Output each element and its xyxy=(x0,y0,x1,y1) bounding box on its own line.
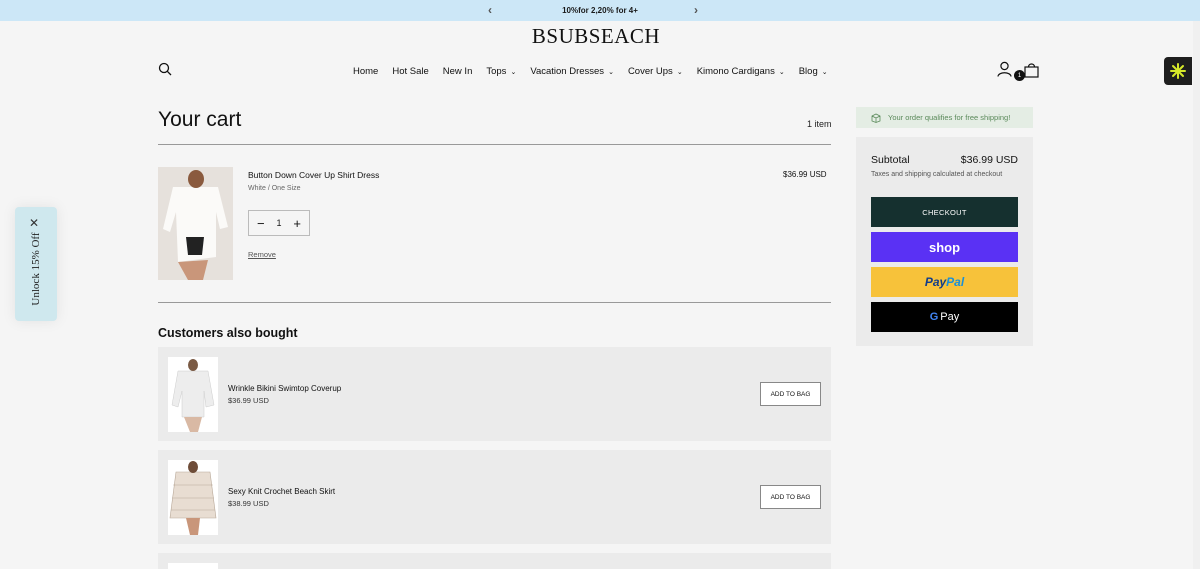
google-pay-button[interactable]: G Pay xyxy=(871,302,1018,332)
paypal-logo-part: Pay xyxy=(924,275,947,289)
nav-item-label: Cover Ups xyxy=(627,66,673,77)
chevron-down-icon: ⌄ xyxy=(608,68,614,76)
announcement-prev-icon[interactable]: ‹ xyxy=(488,3,492,17)
nav-item-label: Tops xyxy=(486,66,507,77)
nav-item-label: New In xyxy=(442,66,473,77)
nav-item-label: Kimono Cardigans xyxy=(696,66,775,77)
nav-item-kimono-cardigans[interactable]: Kimono Cardigans ⌄ xyxy=(697,66,785,77)
nav-item-new-in[interactable]: New In xyxy=(443,66,473,77)
page-title: Your cart xyxy=(158,108,242,131)
shop-pay-button[interactable]: shop xyxy=(871,232,1018,262)
cart-item-variant: White / One Size xyxy=(248,185,301,192)
subtotal-label: Subtotal xyxy=(871,154,910,166)
tax-note: Taxes and shipping calculated at checkou… xyxy=(871,171,1003,178)
add-to-bag-button[interactable]: ADD TO BAG xyxy=(760,485,821,509)
google-pay-label: Pay xyxy=(940,311,960,323)
quantity-stepper: − 1 + xyxy=(248,210,310,236)
user-icon[interactable] xyxy=(997,61,1012,77)
order-summary: Subtotal $36.99 USD Taxes and shipping c… xyxy=(856,137,1033,346)
recommendation-card: Wrinkle Bikini Swimtop Coverup $36.99 US… xyxy=(158,347,831,441)
divider xyxy=(158,144,831,145)
chevron-down-icon: ⌄ xyxy=(510,68,517,76)
announcement-next-icon[interactable]: › xyxy=(694,3,698,17)
nav-item-tops[interactable]: Tops ⌄ xyxy=(486,66,516,77)
cart-count-badge: 1 xyxy=(1014,70,1025,81)
cart-item-price: $36.99 USD xyxy=(783,170,827,179)
nav-item-vacation-dresses[interactable]: Vacation Dresses ⌄ xyxy=(530,66,614,77)
recommendation-image[interactable] xyxy=(168,460,218,535)
recommendation-price: $36.99 USD xyxy=(228,396,269,405)
cart-item-count: 1 item xyxy=(807,119,832,129)
divider xyxy=(158,302,831,303)
nav-item-label: Hot Sale xyxy=(392,66,429,77)
cart-item-name[interactable]: Button Down Cover Up Shirt Dress xyxy=(248,170,379,180)
recommendations-heading: Customers also bought xyxy=(158,326,298,340)
main-nav: Home Hot Sale New In Tops ⌄ Vacation Dres… xyxy=(353,66,842,77)
nav-item-label: Blog xyxy=(798,66,818,77)
rewards-widget-icon[interactable] xyxy=(1164,57,1192,85)
paypal-logo-part: Pal xyxy=(946,275,965,289)
chevron-down-icon: ⌄ xyxy=(821,68,828,76)
package-icon xyxy=(871,113,881,123)
recommendation-name[interactable]: Sexy Knit Crochet Beach Skirt xyxy=(228,487,335,496)
google-g-icon: G xyxy=(929,311,939,323)
recommendation-name[interactable]: Wrinkle Bikini Swimtop Coverup xyxy=(228,384,341,393)
nav-item-label: Home xyxy=(353,66,379,77)
nav-item-hot-sale[interactable]: Hot Sale xyxy=(392,66,428,77)
chevron-down-icon: ⌄ xyxy=(778,68,785,76)
search-icon[interactable] xyxy=(158,62,172,76)
free-shipping-note: Your order qualifies for free shipping! xyxy=(856,107,1033,128)
increase-quantity-button[interactable]: + xyxy=(293,216,301,231)
unlock-discount-label: Unlock 15% Off xyxy=(30,232,42,306)
page-scrollbar[interactable] xyxy=(1193,21,1200,569)
checkout-button[interactable]: CHECKOUT xyxy=(871,197,1018,227)
decrease-quantity-button[interactable]: − xyxy=(257,216,265,231)
nav-item-label: Vacation Dresses xyxy=(530,66,605,77)
nav-item-home[interactable]: Home xyxy=(353,66,378,77)
recommendation-image[interactable] xyxy=(168,357,218,432)
nav-item-blog[interactable]: Blog ⌄ xyxy=(799,66,828,77)
free-shipping-text: Your order qualifies for free shipping! xyxy=(888,113,1011,122)
unlock-discount-tab[interactable]: ✕ Unlock 15% Off xyxy=(15,207,57,321)
chevron-down-icon: ⌄ xyxy=(676,68,683,76)
recommendation-image[interactable] xyxy=(168,563,218,569)
nav-item-cover-ups[interactable]: Cover Ups ⌄ xyxy=(628,66,683,77)
recommendation-card: Sexy Knit Crochet Beach Skirt $38.99 USD… xyxy=(158,450,831,544)
remove-item-link[interactable]: Remove xyxy=(248,250,276,259)
add-to-bag-button[interactable]: ADD TO BAG xyxy=(760,382,821,406)
recommendation-card xyxy=(158,553,831,569)
recommendation-price: $38.99 USD xyxy=(228,499,269,508)
paypal-button[interactable]: Pay Pal xyxy=(871,267,1018,297)
brand-logo[interactable]: BSUBSEACH xyxy=(0,24,1192,49)
subtotal-value: $36.99 USD xyxy=(960,154,1018,166)
announcement-bar: ‹ 10%for 2,20% for 4+ › xyxy=(0,0,1200,21)
quantity-value[interactable]: 1 xyxy=(276,218,281,228)
close-icon[interactable]: ✕ xyxy=(29,216,39,230)
announcement-text: 10%for 2,20% for 4+ xyxy=(562,6,638,15)
cart-item-image[interactable] xyxy=(158,167,233,280)
